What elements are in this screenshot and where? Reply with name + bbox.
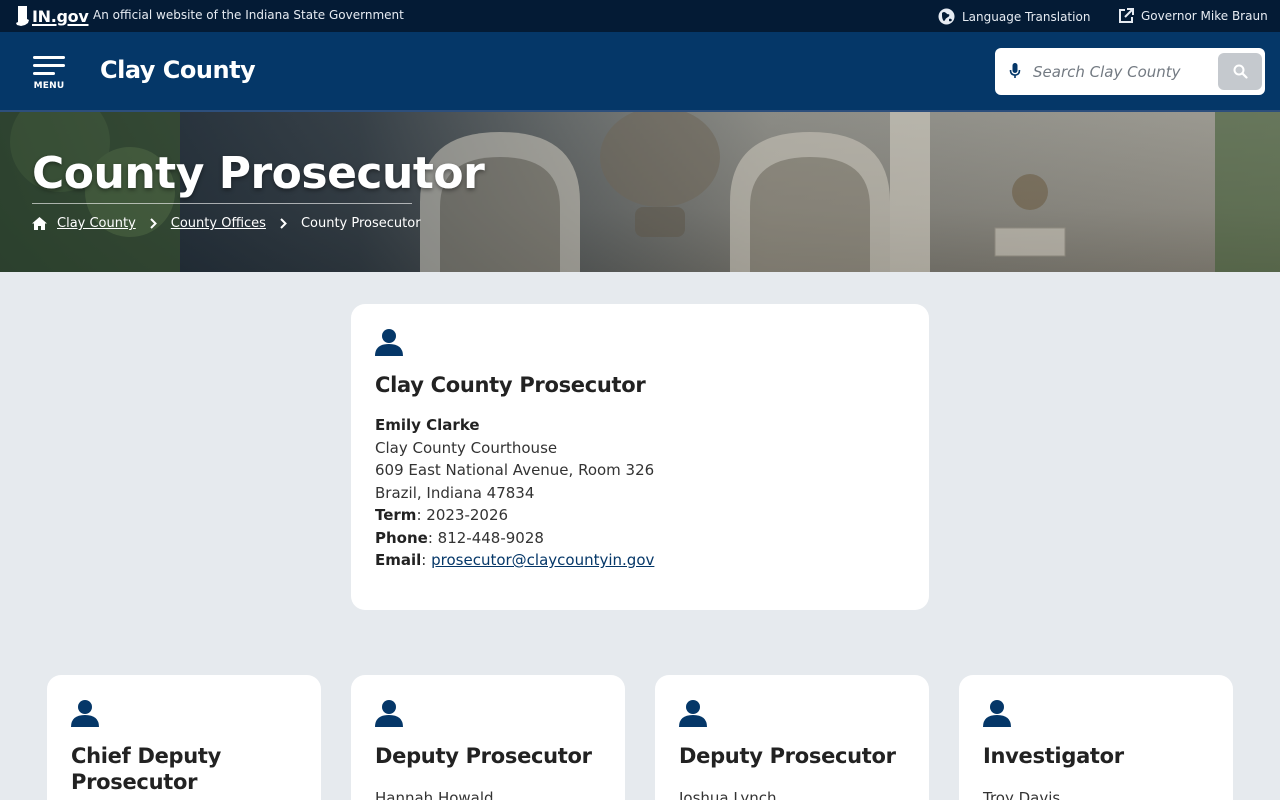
term-row: Term: 2023-2026 [375, 504, 654, 527]
language-translation-label: Language Translation [962, 9, 1091, 24]
address-line-1: Clay County Courthouse [375, 438, 558, 457]
breadcrumb-link-county-offices[interactable]: County Offices [171, 216, 266, 231]
search-box [995, 48, 1265, 95]
breadcrumb-link-clay-county[interactable]: Clay County [57, 216, 136, 231]
phone-label: Phone [375, 528, 428, 547]
staff-name: Troy Davis [983, 789, 1061, 800]
staff-card: Deputy Prosecutor Hannah Howald [351, 675, 625, 800]
email-row: Email: prosecutor@claycountyin.gov [375, 551, 655, 569]
hamburger-icon [33, 56, 65, 59]
person-icon [375, 700, 403, 727]
hamburger-icon-bar [33, 64, 65, 67]
home-icon[interactable] [32, 217, 47, 230]
person-icon [375, 329, 403, 356]
state-utility-bar: IN.gov An official website of the Indian… [0, 0, 1280, 32]
title-divider [32, 203, 412, 204]
card-title: Chief Deputy Prosecutor [71, 744, 222, 794]
governor-link[interactable]: Governor Mike Braun [1118, 8, 1268, 24]
chevron-right-icon [280, 218, 287, 229]
email-label: Email [375, 551, 422, 569]
official-website-notice: An official website of the Indiana State… [93, 8, 404, 22]
card-title: Deputy Prosecutor [375, 744, 592, 768]
term-label: Term [375, 506, 417, 524]
external-link-icon [1119, 8, 1134, 23]
phone-row: Phone: 812-448-9028 [375, 527, 654, 550]
page-title: County Prosecutor [32, 148, 485, 199]
governor-link-label: Governor Mike Braun [1141, 9, 1268, 23]
menu-button[interactable]: MENU [30, 54, 68, 94]
staff-name: Joshua Lynch [679, 789, 777, 800]
address-line-2: 609 East National Avenue, Room 326 [375, 461, 655, 479]
breadcrumb: Clay County County Offices County Prosec… [32, 216, 421, 231]
globe-icon [938, 8, 955, 25]
search-input[interactable] [1033, 58, 1205, 86]
staff-card: Deputy Prosecutor Joshua Lynch [655, 675, 929, 800]
ingov-logo-text: IN.gov [32, 6, 89, 26]
search-icon [1233, 64, 1248, 79]
hamburger-icon-bar [33, 72, 55, 75]
site-header: MENU Clay County [0, 32, 1280, 112]
card-title: Deputy Prosecutor [679, 744, 896, 768]
contact-name: Emily Clarke [375, 416, 480, 434]
site-title[interactable]: Clay County [100, 56, 256, 84]
page-hero: County Prosecutor Clay County County Off… [0, 112, 1280, 272]
contact-details: Emily Clarke Clay County Courthouse 609 … [375, 414, 654, 572]
address-line-3: Brazil, Indiana 47834 [375, 483, 535, 502]
chevron-right-icon [150, 218, 157, 229]
search-button[interactable] [1218, 53, 1262, 90]
person-icon [71, 700, 99, 727]
card-title: Investigator [983, 744, 1124, 768]
indiana-state-icon [16, 6, 29, 26]
menu-label: MENU [33, 81, 65, 91]
ingov-logo[interactable]: IN.gov [16, 5, 89, 27]
person-icon [679, 700, 707, 727]
language-translation-link[interactable]: Language Translation [938, 8, 1090, 25]
staff-card: Investigator Troy Davis [959, 675, 1233, 800]
card-title: Clay County Prosecutor [375, 373, 646, 397]
email-link[interactable]: prosecutor@claycountyin.gov [431, 551, 654, 569]
phone-value: : 812-448-9028 [427, 528, 544, 547]
term-value: : 2023-2026 [416, 506, 509, 524]
person-icon [983, 700, 1011, 727]
staff-card: Chief Deputy Prosecutor [47, 675, 321, 800]
prosecutor-contact-card: Clay County Prosecutor Emily Clarke Clay… [351, 304, 929, 610]
microphone-icon[interactable] [1009, 62, 1021, 80]
staff-name: Hannah Howald [375, 789, 494, 800]
breadcrumb-current: County Prosecutor [300, 216, 421, 231]
